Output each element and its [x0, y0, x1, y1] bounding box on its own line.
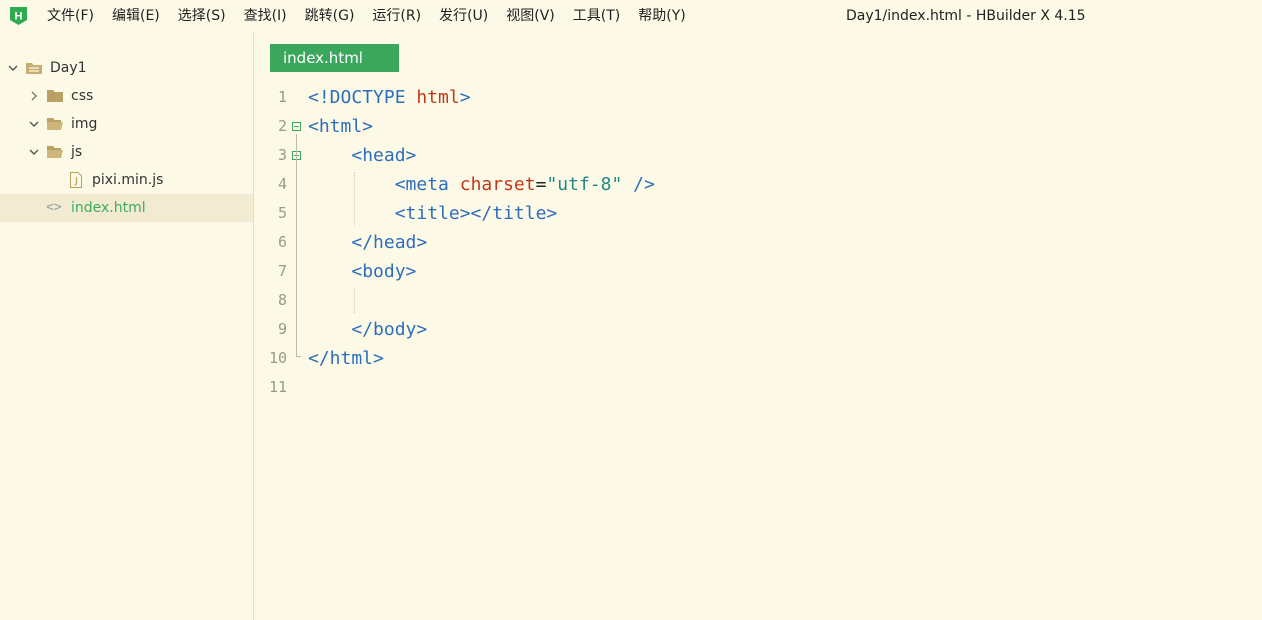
project-explorer: Day1 css img js pixi.min.js <> index.htm… — [0, 32, 254, 620]
tree-item-pixi-min-js[interactable]: pixi.min.js — [0, 166, 253, 194]
line-number: 11 — [268, 378, 287, 396]
line-number: 5 — [277, 204, 287, 222]
menu-file[interactable]: 文件(F) — [38, 0, 103, 32]
code-line[interactable]: 9 </body> — [254, 315, 1262, 344]
code-token: <head> — [351, 145, 417, 166]
code-token: = — [535, 174, 547, 195]
folder-open-icon — [47, 118, 63, 130]
code-text: <html> — [308, 112, 373, 141]
fold-toggle-icon[interactable] — [292, 122, 301, 131]
code-line[interactable]: 4 <meta charset="utf-8" /> — [254, 170, 1262, 199]
code-token: <meta — [394, 174, 460, 195]
code-text: </body> — [308, 315, 427, 344]
fold-range-end — [296, 356, 301, 357]
folder-open-icon — [47, 146, 63, 158]
menu-goto[interactable]: 跳转(G) — [296, 0, 364, 32]
tree-item-label: Day1 — [50, 60, 87, 76]
hbuilder-logo-icon: H — [10, 7, 27, 25]
code-line[interactable]: 5 <title></title> — [254, 199, 1262, 228]
code-text: <meta charset="utf-8" /> — [308, 170, 655, 199]
code-token: html — [416, 87, 460, 108]
menu-find[interactable]: 查找(I) — [235, 0, 296, 32]
line-number: 1 — [277, 88, 287, 106]
line-number: 9 — [277, 320, 287, 338]
chevron-down-icon[interactable] — [27, 117, 41, 131]
menu-publish[interactable]: 发行(U) — [430, 0, 497, 32]
code-token: > — [459, 87, 471, 108]
menu-select[interactable]: 选择(S) — [169, 0, 235, 32]
tab-index-html[interactable]: index.html — [270, 44, 399, 72]
menu-help[interactable]: 帮助(Y) — [629, 0, 694, 32]
chevron-down-icon[interactable] — [6, 61, 20, 75]
project-folder-icon — [26, 63, 42, 74]
tree-item-index-html[interactable]: <> index.html — [0, 194, 253, 222]
code-token: <body> — [351, 261, 417, 282]
code-line[interactable]: 6 </head> — [254, 228, 1262, 257]
code-token: charset — [459, 174, 536, 195]
fold-range-line — [296, 134, 297, 356]
code-line[interactable]: 2 <html> — [254, 112, 1262, 141]
code-token: </html> — [308, 348, 384, 369]
line-number: 4 — [277, 175, 287, 193]
code-token: /> — [633, 174, 655, 195]
code-text: <body> — [308, 257, 416, 286]
line-number: 10 — [268, 349, 287, 367]
code-token: </head> — [351, 232, 428, 253]
code-token: <title></title> — [394, 203, 558, 224]
code-token: <html> — [308, 116, 374, 137]
code-line[interactable]: 7 <body> — [254, 257, 1262, 286]
code-text: <head> — [308, 141, 416, 170]
tree-item-label: pixi.min.js — [92, 172, 164, 188]
tree-item-label: js — [71, 144, 83, 160]
code-token: </body> — [351, 319, 428, 340]
js-file-icon — [70, 172, 82, 188]
indent-guide — [354, 172, 355, 226]
menu-bar: 文件(F) 编辑(E) 选择(S) 查找(I) 跳转(G) 运行(R) 发行(U… — [38, 0, 695, 32]
line-number: 7 — [277, 262, 287, 280]
tree-item-js[interactable]: js — [0, 138, 253, 166]
svg-text:H: H — [15, 11, 23, 23]
tree-item-project[interactable]: Day1 — [0, 54, 253, 82]
tree-item-img[interactable]: img — [0, 110, 253, 138]
tree-item-label: css — [71, 88, 94, 104]
folder-closed-icon — [47, 90, 63, 102]
line-number: 2 — [277, 117, 287, 135]
code-text: <title></title> — [308, 199, 558, 228]
chevron-down-icon[interactable] — [27, 145, 41, 159]
code-token: <!DOCTYPE — [308, 87, 417, 108]
menu-edit[interactable]: 编辑(E) — [103, 0, 169, 32]
line-number: 6 — [277, 233, 287, 251]
tree-item-label: index.html — [71, 200, 146, 216]
code-text: </head> — [308, 228, 427, 257]
code-editor[interactable]: index.html 1 <!DOCTYPE html> 2 <html> 3 <hea… — [254, 32, 1262, 620]
code-token: "utf-8" — [546, 174, 623, 195]
title-bar: H 文件(F) 编辑(E) 选择(S) 查找(I) 跳转(G) 运行(R) 发行… — [0, 0, 1262, 32]
code-text: </html> — [308, 344, 384, 373]
window-title: Day1/index.html - HBuilder X 4.15 — [846, 8, 1086, 24]
html-file-icon: <> — [46, 200, 62, 215]
code-line[interactable]: 8 — [254, 286, 1262, 315]
tree-item-label: img — [71, 116, 98, 132]
code-line[interactable]: 3 <head> — [254, 141, 1262, 170]
code-line[interactable]: 11 — [254, 373, 1262, 402]
indent-guide — [354, 288, 355, 313]
code-line[interactable]: 1 <!DOCTYPE html> — [254, 83, 1262, 112]
line-number: 3 — [277, 146, 287, 164]
line-number: 8 — [277, 291, 287, 309]
menu-view[interactable]: 视图(V) — [497, 0, 564, 32]
code-line[interactable]: 10 </html> — [254, 344, 1262, 373]
chevron-right-icon[interactable] — [27, 89, 41, 103]
menu-tools[interactable]: 工具(T) — [564, 0, 629, 32]
tree-item-css[interactable]: css — [0, 82, 253, 110]
menu-run[interactable]: 运行(R) — [363, 0, 430, 32]
code-text: <!DOCTYPE html> — [308, 83, 471, 112]
